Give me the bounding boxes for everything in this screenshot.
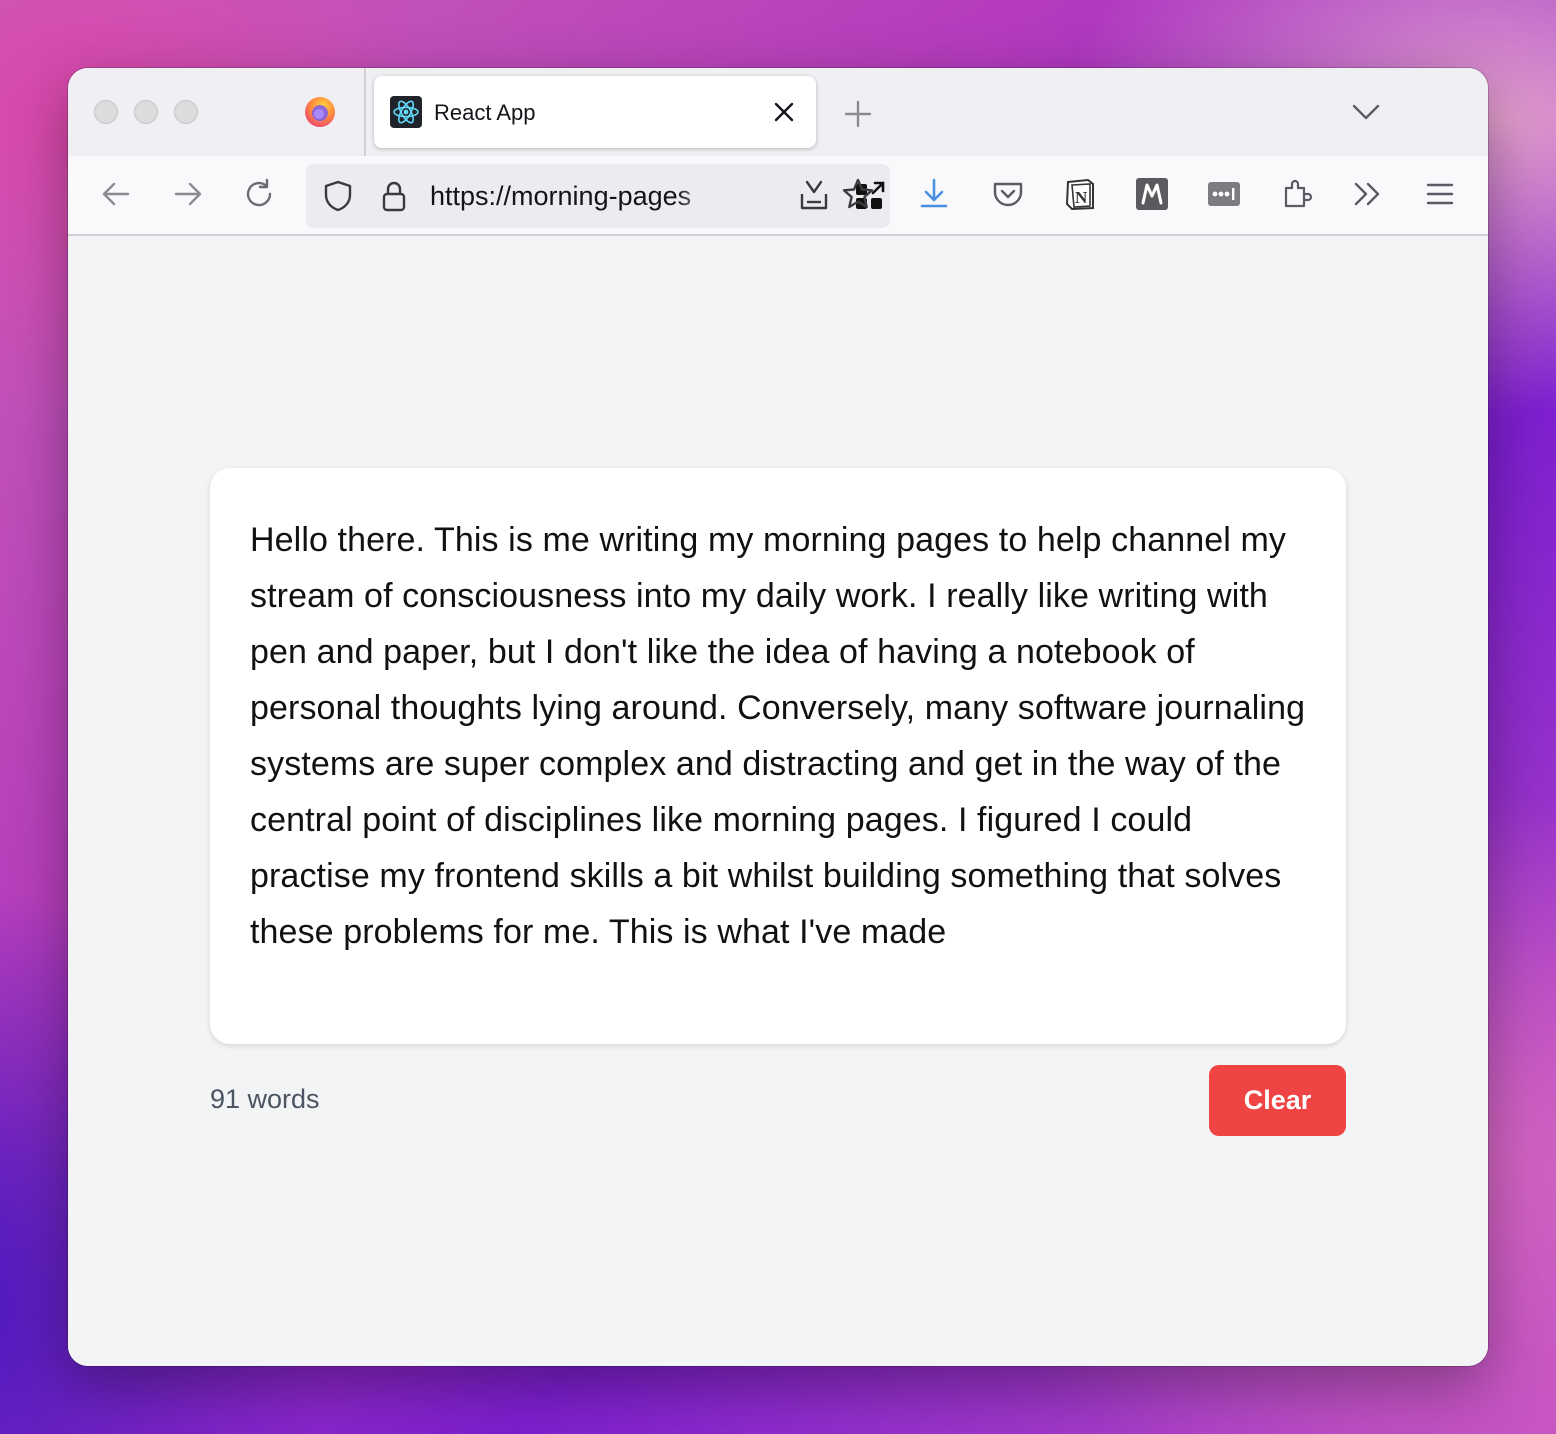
tab-title: React App xyxy=(434,100,536,125)
m-extension-icon[interactable] xyxy=(1134,176,1170,212)
extensions-icon[interactable] xyxy=(1278,176,1314,212)
minimize-window-button[interactable] xyxy=(134,100,158,124)
firefox-icon[interactable] xyxy=(304,96,336,128)
reload-icon[interactable] xyxy=(242,176,278,212)
word-count: 91 words xyxy=(210,1084,320,1114)
bookmark-star-icon[interactable] xyxy=(840,176,876,212)
navigation-toolbar: https://morning-pages N xyxy=(68,156,1488,236)
lock-icon[interactable] xyxy=(376,178,412,214)
react-icon xyxy=(390,96,422,128)
close-window-button[interactable] xyxy=(94,100,118,124)
new-tab-icon[interactable] xyxy=(840,96,876,132)
download-icon[interactable] xyxy=(916,176,952,212)
page-content: Hello there. This is me writing my morni… xyxy=(68,236,1488,1366)
url-bar[interactable]: https://morning-pages xyxy=(306,164,890,228)
browser-window: React App https://morning-pages N Hello … xyxy=(68,68,1488,1366)
chevron-down-icon[interactable] xyxy=(1350,98,1382,126)
back-icon[interactable] xyxy=(98,176,134,212)
notion-icon[interactable]: N xyxy=(1062,176,1098,212)
dots-extension-icon[interactable] xyxy=(1206,176,1242,212)
overflow-icon[interactable] xyxy=(1350,176,1386,212)
pocket-icon[interactable] xyxy=(990,176,1026,212)
close-tab-icon[interactable] xyxy=(770,98,798,126)
journal-text[interactable]: Hello there. This is me writing my morni… xyxy=(250,512,1306,960)
save-to-reading-icon[interactable] xyxy=(796,178,832,214)
svg-text:N: N xyxy=(1075,188,1088,207)
zoom-window-button[interactable] xyxy=(174,100,198,124)
url-text[interactable]: https://morning-pages xyxy=(430,180,720,212)
menu-icon[interactable] xyxy=(1422,176,1458,212)
tab-separator xyxy=(364,68,366,156)
shield-icon[interactable] xyxy=(320,178,356,214)
tab-react-app[interactable]: React App xyxy=(374,76,816,148)
clear-button[interactable]: Clear xyxy=(1209,1065,1346,1136)
tab-strip: React App xyxy=(68,68,1488,156)
forward-icon[interactable] xyxy=(170,176,206,212)
journal-editor[interactable]: Hello there. This is me writing my morni… xyxy=(210,468,1346,1044)
